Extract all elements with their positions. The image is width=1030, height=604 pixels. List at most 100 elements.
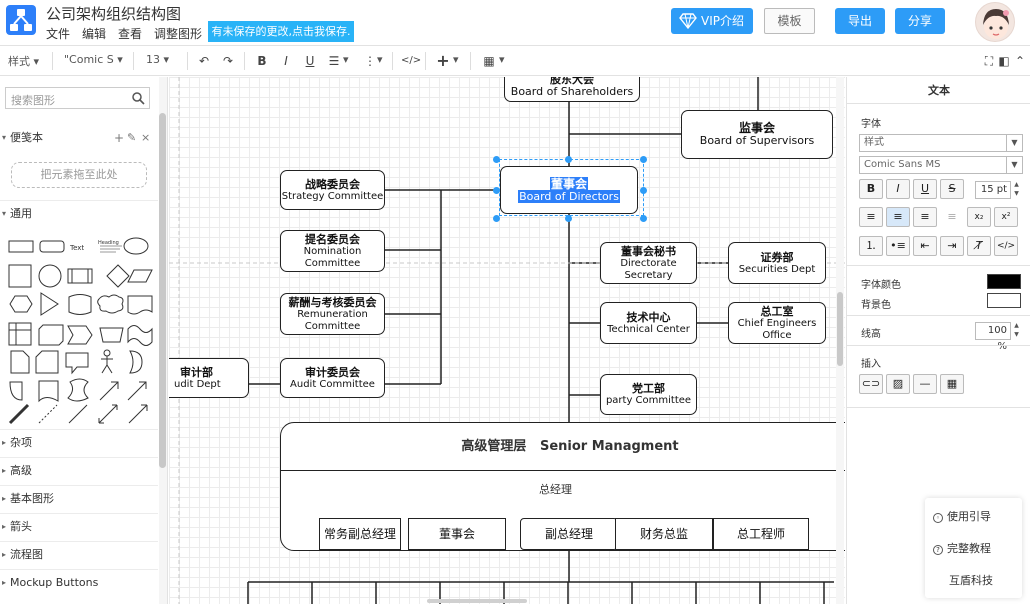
misc-section-header[interactable]: ▸ 杂项 xyxy=(0,429,158,455)
user-guide-link[interactable]: ◦ 使用引导 xyxy=(933,508,991,524)
align-left-button[interactable]: ≡ xyxy=(859,207,883,227)
canvas-vertical-scroll-thumb[interactable] xyxy=(837,292,843,366)
background-color-swatch[interactable] xyxy=(987,293,1021,308)
align-right-button[interactable]: ≡ xyxy=(913,207,937,227)
font-dropdown[interactable]: "Comic S ▾ xyxy=(64,53,123,66)
nomination-committee-node[interactable]: 提名委员会 Nomination Committee xyxy=(280,230,385,272)
insert-plus-icon[interactable]: + xyxy=(435,53,451,69)
table-icon[interactable]: ▦ xyxy=(481,53,497,69)
senior-item[interactable]: 常务副总经理 xyxy=(319,518,401,550)
user-avatar[interactable] xyxy=(975,2,1015,42)
insert-horizontal-rule-button[interactable]: — xyxy=(913,374,937,394)
sidebar-scrollbar-thumb[interactable] xyxy=(159,113,166,468)
edit-icon[interactable]: ✎ xyxy=(127,125,136,151)
scratchpad-drop-zone[interactable]: 把元素拖至此处 xyxy=(11,162,147,188)
resize-handle-s[interactable] xyxy=(565,215,572,222)
collapse-icon[interactable]: ⌃ xyxy=(1012,53,1028,69)
menu-edit[interactable]: 编辑 xyxy=(82,25,106,42)
html-code-button[interactable]: </> xyxy=(994,236,1018,256)
resize-handle-ne[interactable] xyxy=(640,156,647,163)
senior-item[interactable]: 财务总监 xyxy=(615,518,713,550)
fit-page-icon[interactable]: ⛶ xyxy=(981,53,997,69)
insert-caret[interactable]: ▾ xyxy=(453,53,459,66)
insert-link-button[interactable]: ⊂⊃ xyxy=(859,374,883,394)
resize-handle-e[interactable] xyxy=(640,187,647,194)
align-icon[interactable]: ☰ xyxy=(326,53,342,69)
font-color-swatch[interactable] xyxy=(987,274,1021,289)
html-code-icon[interactable]: </> xyxy=(401,53,421,69)
subscript-button[interactable]: x₂ xyxy=(967,207,991,227)
remuneration-committee-node[interactable]: 薪酬与考核委员会 Remuneration Committee xyxy=(280,293,385,335)
shape-search-input[interactable]: 搜索图形 xyxy=(5,87,150,109)
supervisors-node[interactable]: 监事会 Board of Supervisors xyxy=(681,110,833,159)
resize-handle-n[interactable] xyxy=(565,156,572,163)
font-size-dropdown[interactable]: 13 ▾ xyxy=(146,53,169,66)
canvas-horizontal-scroll-thumb[interactable] xyxy=(427,599,527,603)
spin-up-icon[interactable]: ▲ xyxy=(1012,181,1021,190)
italic-icon[interactable]: I xyxy=(278,53,294,69)
font-size-input[interactable]: 15 pt xyxy=(975,181,1011,199)
ordered-list-button[interactable]: ⒈ xyxy=(859,236,883,256)
align-center-button[interactable]: ≡ xyxy=(886,207,910,227)
clear-format-button[interactable]: T̸ xyxy=(967,236,991,256)
redo-icon[interactable]: ↷ xyxy=(220,53,236,69)
indent-button[interactable]: ⇥ xyxy=(940,236,964,256)
underline-button[interactable]: U xyxy=(913,179,937,199)
audit-dept-node[interactable]: 审计部 udit Dept xyxy=(169,358,249,398)
spin-up-icon[interactable]: ▲ xyxy=(1012,322,1021,331)
unordered-list-button[interactable]: •≡ xyxy=(886,236,910,256)
vip-button[interactable]: VIP介绍 xyxy=(671,8,753,34)
senior-item[interactable]: 董事会 xyxy=(408,518,506,550)
spin-down-icon[interactable]: ▼ xyxy=(1012,331,1021,340)
text-tab[interactable]: 文本 xyxy=(847,77,1030,104)
line-height-input[interactable]: 100 % xyxy=(975,322,1011,352)
audit-committee-node[interactable]: 审计委员会 Audit Committee xyxy=(280,358,385,398)
bold-icon[interactable]: B xyxy=(254,53,270,69)
secretary-node[interactable]: 董事会秘书 Directorate Secretary xyxy=(600,242,697,284)
template-button[interactable]: 模板 xyxy=(764,8,815,34)
strikethrough-button[interactable]: S xyxy=(940,179,964,199)
full-tutorial-link[interactable]: ? 完整教程 xyxy=(933,540,991,556)
advanced-section-header[interactable]: ▸ 高级 xyxy=(0,457,158,483)
scratchpad-header[interactable]: ▾ 便笺本 + ✎ × xyxy=(0,125,158,151)
menu-view[interactable]: 查看 xyxy=(118,25,142,42)
general-section-header[interactable]: ▾ 通用 xyxy=(0,200,158,226)
party-committee-node[interactable]: 党工部 party Committee xyxy=(600,374,697,415)
outdent-button[interactable]: ⇤ xyxy=(913,236,937,256)
resize-handle-w[interactable] xyxy=(493,187,500,194)
document-title[interactable]: 公司架构组织结构图 xyxy=(46,3,181,24)
mockup-buttons-section-header[interactable]: ▸ Mockup Buttons xyxy=(0,569,158,595)
close-icon[interactable]: × xyxy=(141,125,150,151)
vertical-align-caret[interactable]: ▾ xyxy=(377,53,383,66)
menu-file[interactable]: 文件 xyxy=(46,25,70,42)
add-icon[interactable]: + xyxy=(114,125,124,151)
flowchart-section-header[interactable]: ▸ 流程图 xyxy=(0,541,158,567)
diagram-canvas[interactable]: 股东大会 Board of Shareholders 监事会 Board of … xyxy=(169,77,845,604)
font-family-select[interactable]: Comic Sans MS ▼ xyxy=(859,156,1023,174)
shareholders-node[interactable]: 股东大会 Board of Shareholders xyxy=(504,77,640,102)
insert-image-button[interactable]: ▨ xyxy=(886,374,910,394)
technical-center-node[interactable]: 技术中心 Technical Center xyxy=(600,302,697,344)
basic-shapes-section-header[interactable]: ▸ 基本图形 xyxy=(0,485,158,511)
style-select[interactable]: 样式 ▼ xyxy=(859,134,1023,152)
undo-icon[interactable]: ↶ xyxy=(196,53,212,69)
app-logo-icon[interactable] xyxy=(6,5,36,35)
justify-button[interactable]: ≡ xyxy=(940,207,964,227)
spin-down-icon[interactable]: ▼ xyxy=(1012,190,1021,199)
strategy-committee-node[interactable]: 战略委员会 Strategy Committee xyxy=(280,170,385,210)
company-link[interactable]: 互盾科技 xyxy=(949,572,993,588)
search-icon[interactable] xyxy=(131,91,145,105)
style-dropdown[interactable]: 样式 ▾ xyxy=(8,53,39,69)
menu-arrange[interactable]: 调整图形 xyxy=(154,25,202,42)
panel-toggle-icon[interactable]: ◧ xyxy=(996,53,1012,69)
senior-item[interactable]: 副总经理 xyxy=(520,518,618,550)
underline-icon[interactable]: U xyxy=(302,53,318,69)
export-button[interactable]: 导出 xyxy=(835,8,885,34)
insert-table-button[interactable]: ▦ xyxy=(940,374,964,394)
share-button[interactable]: 分享 xyxy=(895,8,945,34)
resize-handle-se[interactable] xyxy=(640,215,647,222)
resize-handle-nw[interactable] xyxy=(493,156,500,163)
arrows-section-header[interactable]: ▸ 箭头 xyxy=(0,513,158,539)
unsaved-changes-banner[interactable]: 有未保存的更改,点击我保存. xyxy=(208,21,354,42)
superscript-button[interactable]: x² xyxy=(994,207,1018,227)
